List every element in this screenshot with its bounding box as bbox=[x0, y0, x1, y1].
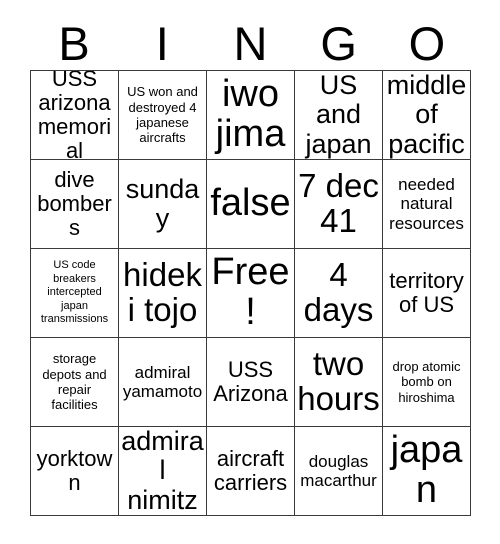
bingo-cell-label: admiral nimitz bbox=[121, 427, 204, 515]
bingo-cell-r4-c2[interactable]: admiral yamamoto bbox=[119, 338, 207, 427]
bingo-cell-label: USS Arizona bbox=[213, 356, 288, 406]
bingo-cell-r3-c2[interactable]: hideki tojo bbox=[119, 249, 207, 338]
bingo-cell-r5-c1[interactable]: yorktown bbox=[31, 427, 119, 516]
bingo-cell-r4-c4[interactable]: two hours bbox=[295, 338, 383, 427]
bingo-cell-label: japan bbox=[390, 429, 463, 511]
bingo-cell-label: douglas macarthur bbox=[300, 451, 377, 490]
bingo-cell-label: 7 dec 41 bbox=[298, 167, 379, 239]
bingo-cell-r2-c2[interactable]: sunday bbox=[119, 160, 207, 249]
bingo-cell-r2-c1[interactable]: dive bombers bbox=[31, 160, 119, 249]
bingo-header-letter-i: I bbox=[155, 16, 169, 70]
bingo-cell-r1-c3[interactable]: iwo jima bbox=[207, 71, 295, 160]
bingo-cell-label: dive bombers bbox=[37, 166, 112, 241]
bingo-cell-label: two hours bbox=[297, 345, 380, 417]
bingo-cell-label: storage depots and repair facilities bbox=[42, 351, 107, 413]
bingo-cell-label: false bbox=[210, 182, 291, 225]
bingo-cell-r1-c4[interactable]: US and japan bbox=[295, 71, 383, 160]
bingo-cell-r4-c3[interactable]: USS Arizona bbox=[207, 338, 295, 427]
bingo-cell-label: US code breakers intercepted japan trans… bbox=[40, 259, 109, 326]
bingo-cell-label: iwo jima bbox=[215, 73, 286, 155]
bingo-header: B I N G O bbox=[30, 16, 471, 70]
bingo-card: B I N G O USS arizona memorial US won and… bbox=[0, 0, 500, 544]
bingo-free-space[interactable]: Free! bbox=[207, 249, 295, 338]
bingo-cell-r5-c4[interactable]: douglas macarthur bbox=[295, 427, 383, 516]
bingo-cell-label: aircraft carriers bbox=[213, 445, 288, 495]
bingo-cell-r4-c5[interactable]: drop atomic bomb on hiroshima bbox=[383, 338, 471, 427]
bingo-cell-label: drop atomic bomb on hiroshima bbox=[392, 359, 461, 405]
bingo-cell-r1-c1[interactable]: USS arizona memorial bbox=[31, 71, 119, 160]
bingo-cell-label: USS arizona memorial bbox=[37, 71, 112, 160]
bingo-grid: USS arizona memorial US won and destroyed… bbox=[30, 70, 471, 516]
bingo-cell-label: Free! bbox=[211, 251, 290, 333]
bingo-cell-label: yorktown bbox=[36, 445, 113, 495]
bingo-cell-r3-c4[interactable]: 4 days bbox=[295, 249, 383, 338]
bingo-cell-r5-c5[interactable]: japan bbox=[383, 427, 471, 516]
bingo-cell-label: US and japan bbox=[305, 71, 372, 159]
bingo-cell-label: hideki tojo bbox=[123, 256, 202, 328]
bingo-cell-label: US won and destroyed 4 japanese aircraft… bbox=[127, 84, 198, 146]
bingo-cell-r2-c3[interactable]: false bbox=[207, 160, 295, 249]
bingo-cell-label: admiral yamamoto bbox=[122, 362, 203, 401]
bingo-cell-r5-c3[interactable]: aircraft carriers bbox=[207, 427, 295, 516]
bingo-cell-label: middle of pacific bbox=[386, 71, 467, 159]
bingo-cell-label: territory of US bbox=[389, 267, 464, 317]
bingo-cell-label: 4 days bbox=[303, 256, 374, 328]
bingo-header-letter-n: N bbox=[233, 16, 268, 70]
bingo-cell-label: needed natural resources bbox=[389, 175, 464, 233]
bingo-cell-r3-c1[interactable]: US code breakers intercepted japan trans… bbox=[31, 249, 119, 338]
bingo-cell-r3-c5[interactable]: territory of US bbox=[383, 249, 471, 338]
bingo-cell-r5-c2[interactable]: admiral nimitz bbox=[119, 427, 207, 516]
bingo-cell-r1-c5[interactable]: middle of pacific bbox=[383, 71, 471, 160]
bingo-cell-r4-c1[interactable]: storage depots and repair facilities bbox=[31, 338, 119, 427]
bingo-header-letter-g: G bbox=[320, 16, 357, 70]
bingo-header-letter-b: B bbox=[58, 16, 90, 70]
bingo-cell-label: sunday bbox=[125, 173, 200, 233]
bingo-cell-r2-c5[interactable]: needed natural resources bbox=[383, 160, 471, 249]
bingo-header-letter-o: O bbox=[408, 16, 446, 70]
bingo-cell-r1-c2[interactable]: US won and destroyed 4 japanese aircraft… bbox=[119, 71, 207, 160]
bingo-cell-r2-c4[interactable]: 7 dec 41 bbox=[295, 160, 383, 249]
